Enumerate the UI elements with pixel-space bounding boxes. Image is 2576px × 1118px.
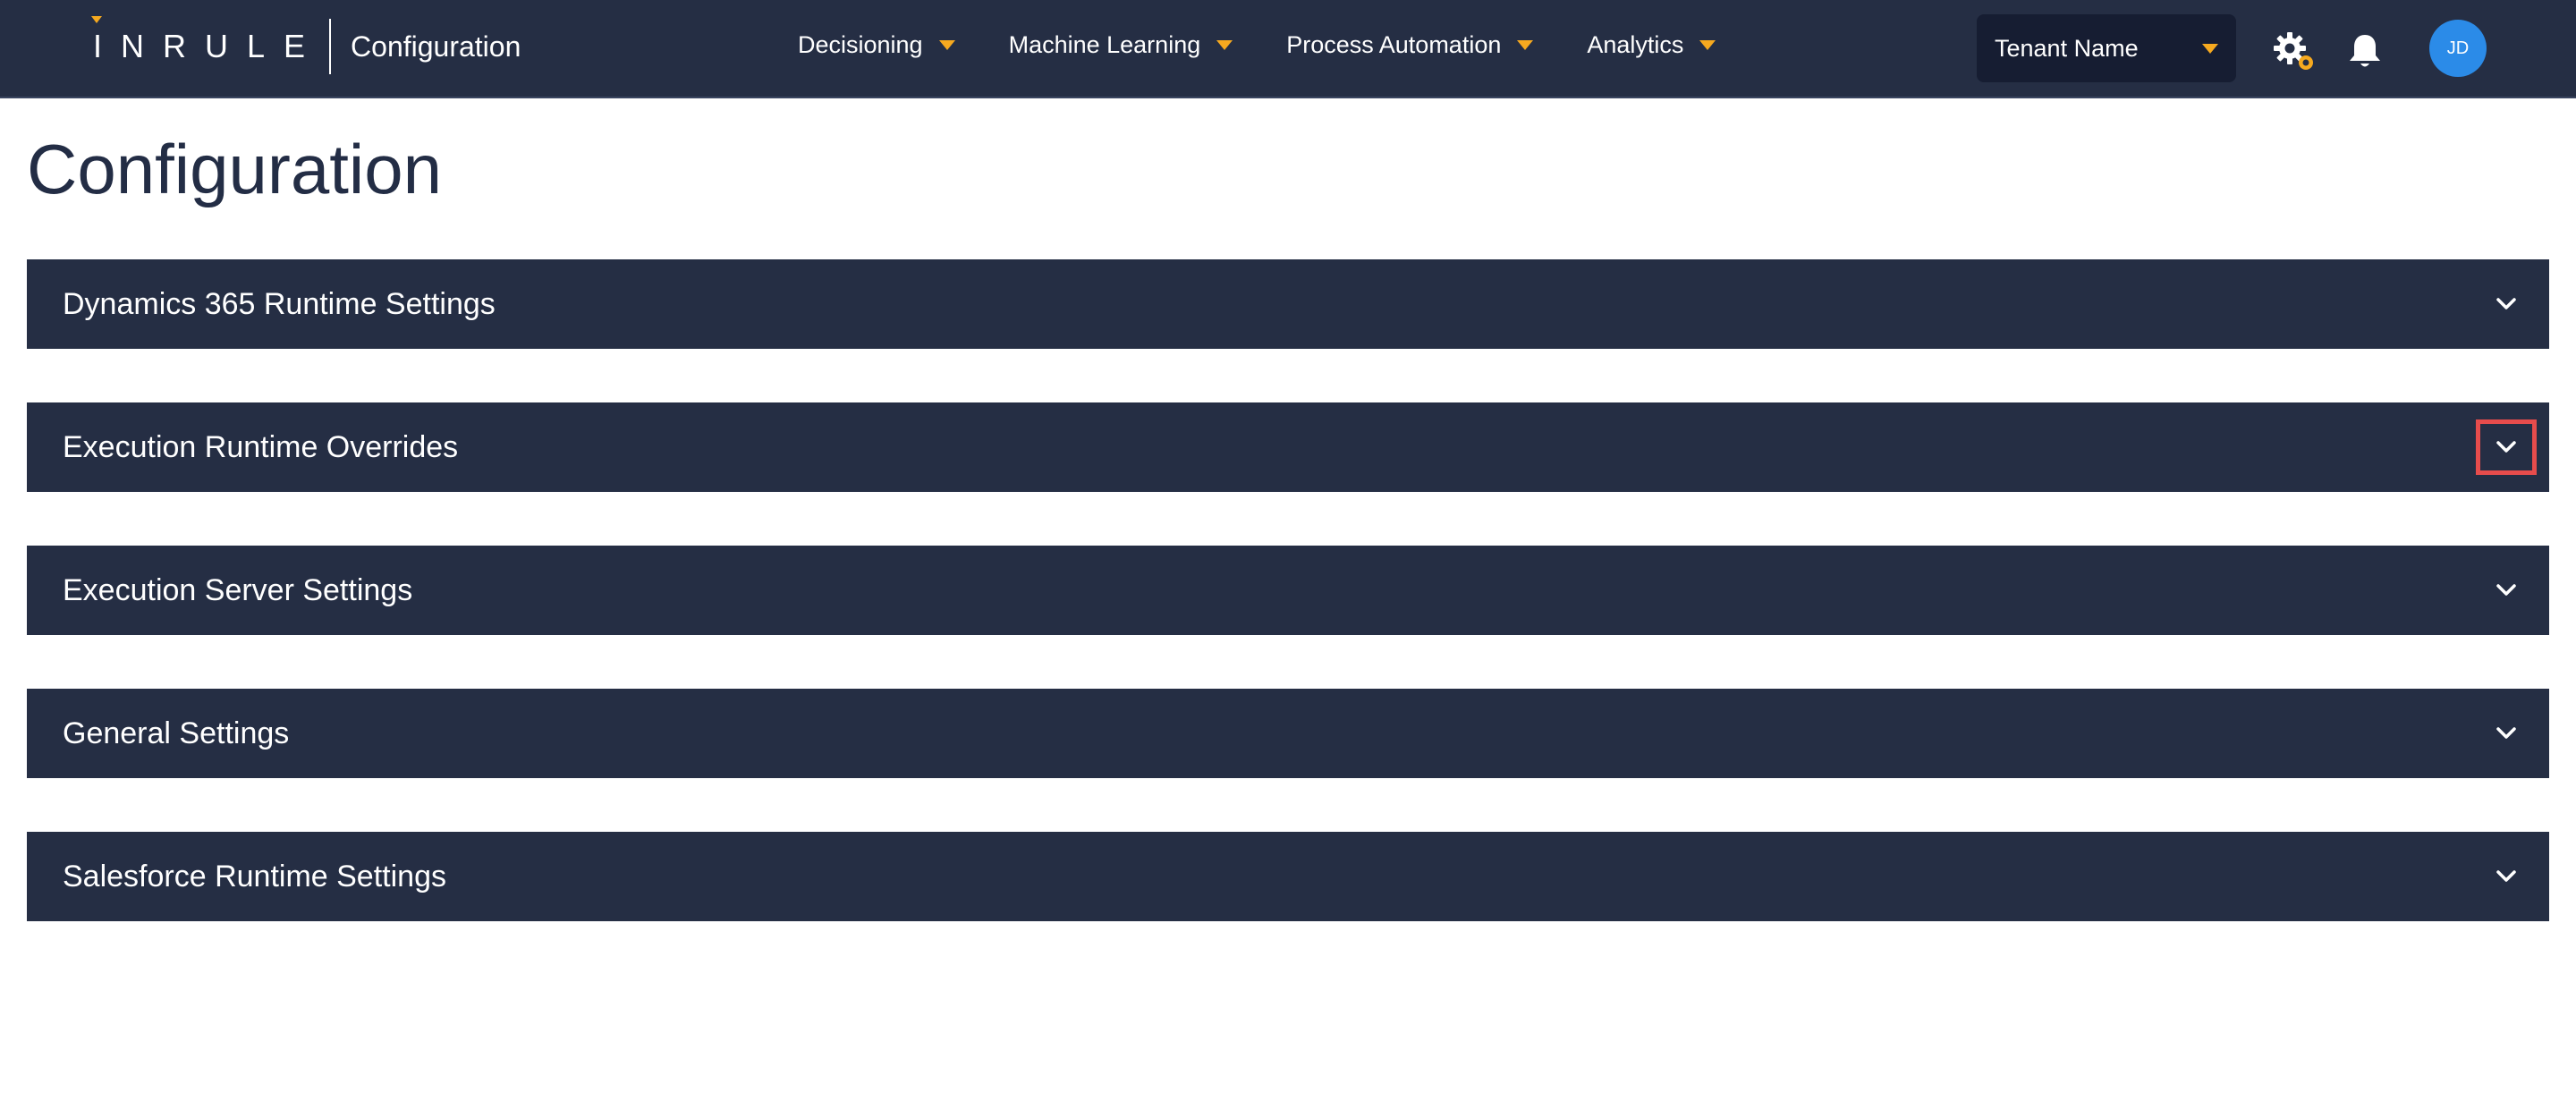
- nav-item-process-automation[interactable]: Process Automation: [1286, 30, 1534, 59]
- accordion-dynamics-365-runtime-settings[interactable]: Dynamics 365 Runtime Settings: [27, 259, 2549, 349]
- expand-button[interactable]: [2476, 419, 2537, 475]
- brand-divider: [329, 19, 332, 74]
- expand-button[interactable]: [2476, 849, 2537, 904]
- accordion-general-settings[interactable]: General Settings: [27, 689, 2549, 778]
- chevron-down-icon: [2496, 584, 2516, 596]
- app-title: Configuration: [351, 30, 521, 63]
- nav-item-machine-learning[interactable]: Machine Learning: [1009, 31, 1233, 59]
- accordion-execution-runtime-overrides[interactable]: Execution Runtime Overrides: [27, 402, 2549, 492]
- expand-button[interactable]: [2476, 276, 2537, 332]
- chevron-down-icon: [2496, 298, 2516, 309]
- tenant-selector[interactable]: Tenant Name: [1977, 14, 2236, 82]
- gear-icon[interactable]: [2272, 30, 2317, 73]
- nav-item-analytics[interactable]: Analytics: [1587, 31, 1716, 59]
- chevron-down-icon: [2496, 441, 2516, 453]
- bell-icon[interactable]: [2347, 32, 2383, 70]
- nav-item-decisioning[interactable]: Decisioning: [798, 31, 955, 59]
- accordion-title: Salesforce Runtime Settings: [63, 859, 446, 894]
- accordion-title: Execution Server Settings: [63, 572, 413, 607]
- accordion-title: Execution Runtime Overrides: [63, 429, 459, 464]
- expand-button[interactable]: [2476, 706, 2537, 761]
- accordion-execution-server-settings[interactable]: Execution Server Settings: [27, 546, 2549, 635]
- avatar[interactable]: JD: [2429, 20, 2487, 77]
- caret-down-icon: [1517, 39, 1534, 50]
- inrule-logo: INRULE: [91, 16, 325, 64]
- brand[interactable]: INRULE Configuration: [91, 16, 521, 75]
- caret-down-icon: [938, 39, 955, 50]
- nav-label: Analytics: [1587, 30, 1684, 58]
- nav-label: Machine Learning: [1008, 30, 1201, 58]
- caret-down-icon: [1216, 39, 1233, 50]
- caret-down-icon: [2202, 43, 2218, 54]
- accordion-salesforce-runtime-settings[interactable]: Salesforce Runtime Settings: [27, 832, 2549, 921]
- chevron-down-icon: [2496, 727, 2516, 739]
- top-nav-bar: INRULE Configuration Decisioning Machine…: [0, 0, 2576, 98]
- logo-accent-mark: [91, 16, 102, 23]
- page-title: Configuration: [27, 130, 442, 208]
- main-nav: Decisioning Machine Learning Process Aut…: [798, 0, 1769, 89]
- expand-button[interactable]: [2476, 563, 2537, 618]
- logo-text: INRULE: [93, 28, 325, 64]
- nav-label: Process Automation: [1286, 30, 1502, 58]
- accordion-title: General Settings: [63, 716, 290, 750]
- chevron-down-icon: [2496, 870, 2516, 882]
- nav-label: Decisioning: [798, 30, 923, 58]
- accordion-title: Dynamics 365 Runtime Settings: [63, 286, 496, 321]
- caret-down-icon: [1699, 39, 1716, 50]
- tenant-label: Tenant Name: [1995, 34, 2139, 62]
